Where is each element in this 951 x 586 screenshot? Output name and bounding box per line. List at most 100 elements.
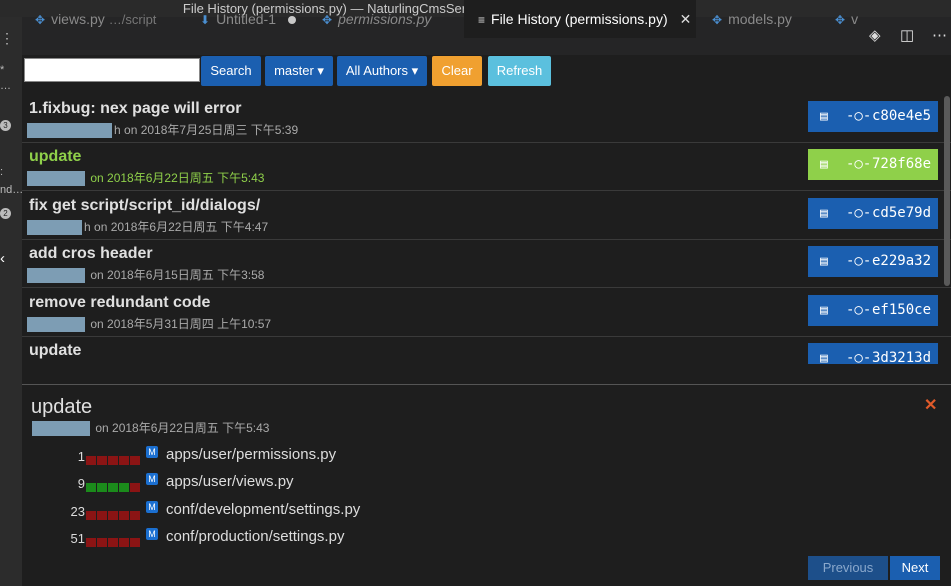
commit-row[interactable]: fix get script/script_id/dialogs/ h on 2… [22,191,951,240]
clipboard-icon[interactable]: ▤ [820,101,828,132]
search-button[interactable]: Search [201,56,261,86]
tab-v-overflow[interactable]: ✥ v [835,0,858,38]
commit-title: fix get script/script_id/dialogs/ [29,197,261,214]
commit-title: 1.fixbug: nex page will error [29,100,242,117]
sidebar-glyph-4: : [0,166,4,178]
next-page-button[interactable]: Next [890,556,940,580]
close-details-icon[interactable]: ✕ [924,395,937,415]
commit-title: update [29,342,82,359]
tab-views-py[interactable]: ✥ views.py …/script [35,0,156,38]
python-icon: ✥ [712,13,723,27]
author-redacted [32,421,90,437]
commit-row[interactable]: 1.fixbug: nex page will error h on 2018年… [22,94,951,143]
changed-file-row[interactable]: 23 M conf/development/settings.py [22,501,622,523]
change-bars [86,452,141,465]
changed-file-row[interactable]: 51 M conf/production/settings.py [22,528,622,550]
sidebar-badge-2: 2 [0,208,11,219]
file-path-link[interactable]: conf/development/settings.py [166,501,360,518]
file-path-link[interactable]: apps/user/views.py [166,473,294,490]
commit-meta: on 2018年6月22日周五 下午5:43 [27,169,264,187]
refresh-button[interactable]: Refresh [488,56,551,86]
close-tab-icon[interactable]: ✕ [680,11,692,27]
commit-hash-button[interactable]: ▤ -○- 728f68e [808,149,938,180]
download-icon: ⬇ [200,13,211,27]
panel-divider[interactable] [22,384,951,385]
commit-title: update [29,148,82,165]
search-input[interactable] [24,58,200,82]
commit-title: remove redundant code [29,294,211,311]
change-count: 23 [70,504,85,519]
git-commit-icon: -○- [846,302,872,318]
clipboard-icon[interactable]: ▤ [820,246,828,277]
clear-button[interactable]: Clear [432,56,482,86]
commit-hash-button[interactable]: ▤ -○- ef150ce [808,295,938,326]
change-count: 1 [77,449,85,464]
sidebar-glyph-1: * [0,64,5,76]
git-commit-icon: -○- [846,156,872,172]
commit-hash-button[interactable]: ▤ -○- cd5e79d [808,198,938,229]
commit-row[interactable]: add cros header on 2018年6月15日周五 下午3:58 ▤… [22,239,951,288]
author-redacted [27,220,82,236]
commit-row[interactable]: update ▤ -○- 3d3213d [22,336,951,364]
python-icon: ✥ [322,13,333,27]
tab-file-history[interactable]: ≡ File History (permissions.py) ✕ [464,0,696,38]
details-meta: on 2018年6月22日周五 下午5:43 [32,419,269,437]
changed-file-row[interactable]: 1 M apps/user/permissions.py [22,446,622,468]
sidebar-glyph-2: … [0,80,11,92]
unsaved-dot-icon [287,16,296,25]
git-commit-icon: -○- [846,108,872,124]
sidebar-glyph-5: nd… [0,184,24,196]
activity-sidebar-strip [0,17,22,586]
more-actions-icon[interactable]: ⋯ [932,17,947,55]
tab-models-py[interactable]: ✥ models.py [712,0,792,38]
file-path-link[interactable]: conf/production/settings.py [166,528,344,545]
commit-meta: h on 2018年6月22日周五 下午4:47 [27,218,268,236]
author-redacted [27,123,112,139]
commit-hash-button[interactable]: ▤ -○- e229a32 [808,246,938,277]
modified-badge: M [146,501,158,513]
change-bars [86,534,141,547]
git-commit-icon: -○- [846,205,872,221]
changed-file-row[interactable]: 9 M apps/user/views.py [22,473,622,495]
details-title: update [31,396,93,418]
commit-meta: on 2018年5月31日周四 上午10:57 [27,315,271,333]
tab-untitled-1[interactable]: ⬇ Untitled-1 [200,0,296,38]
git-commit-icon: -○- [846,350,872,364]
file-path-link[interactable]: apps/user/permissions.py [166,446,336,463]
commit-row[interactable]: update on 2018年6月22日周五 下午5:43 ▤ -○- 728f68… [22,142,951,191]
modified-badge: M [146,446,158,458]
branch-dropdown[interactable]: master ▾ [265,56,333,86]
git-compare-icon[interactable]: ◈ [869,17,881,55]
change-bars [86,507,141,520]
collapse-chevron-icon[interactable]: ‹ [0,250,22,267]
modified-badge: M [146,528,158,540]
modified-badge: M [146,473,158,485]
commit-hash-button[interactable]: ▤ -○- 3d3213d [808,343,938,364]
commit-title: add cros header [29,245,153,262]
commit-meta: h on 2018年7月25日周三 下午5:39 [27,121,298,139]
python-icon: ✥ [835,13,846,27]
clipboard-icon[interactable]: ▤ [820,149,828,180]
author-redacted [27,317,85,333]
author-redacted [27,268,85,284]
commit-meta: on 2018年6月15日周五 下午3:58 [27,266,264,284]
commit-list-scrollbar[interactable] [944,96,950,286]
sidebar-badge-3: 3 [0,120,11,131]
clipboard-icon[interactable]: ▤ [820,295,828,326]
commit-list: 1.fixbug: nex page will error h on 2018年… [22,94,951,364]
commit-details-panel: update on 2018年6月22日周五 下午5:43 ✕ 1 M apps… [22,386,951,586]
tab-permissions-py[interactable]: ✥ permissions.py [322,0,431,38]
previous-page-button[interactable]: Previous [808,556,888,580]
clipboard-icon[interactable]: ▤ [820,198,828,229]
sidebar-glyph-0: ⋮ [0,30,14,46]
authors-dropdown[interactable]: All Authors ▾ [337,56,427,86]
change-bars [86,479,141,492]
change-count: 9 [77,476,85,491]
list-icon: ≡ [478,13,486,27]
python-icon: ✥ [35,13,46,27]
change-count: 51 [70,531,85,546]
split-editor-icon[interactable]: ◫ [900,17,914,55]
clipboard-icon[interactable]: ▤ [820,343,828,364]
commit-hash-button[interactable]: ▤ -○- c80e4e5 [808,101,938,132]
commit-row[interactable]: remove redundant code on 2018年5月31日周四 上午… [22,288,951,337]
